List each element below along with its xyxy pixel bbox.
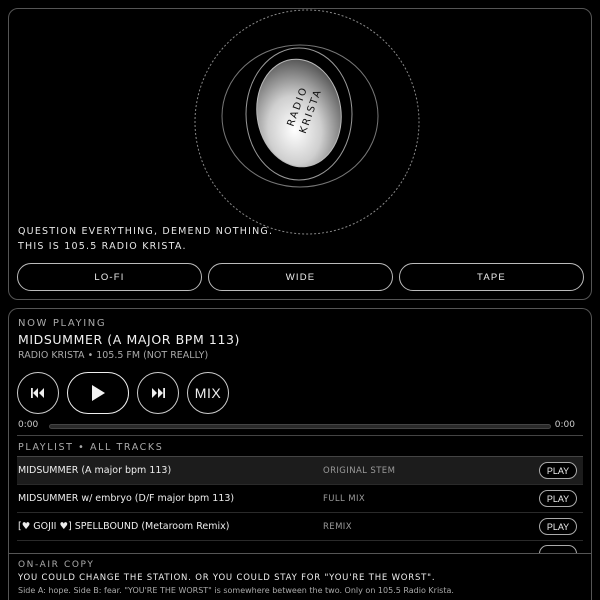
next-icon (152, 388, 165, 398)
station-tagline: QUESTION EVERYTHING, DEMEND NOTHING. THI… (18, 224, 273, 254)
track-row[interactable]: [♥ GOJII ♥] SPELLBOUND (Metaroom Remix) … (17, 513, 583, 540)
duration-time: 0:00 (554, 420, 575, 430)
track-tag: FULL MIX (323, 493, 366, 504)
on-air-headline: YOU COULD CHANGE THE STATION. OR YOU COU… (18, 573, 436, 583)
previous-button[interactable] (17, 372, 59, 414)
now-playing-title: MIDSUMMER (A MAJOR BPM 113) (18, 332, 241, 347)
now-playing-subtitle: RADIO KRISTA • 105.5 FM (NOT REALLY) (18, 350, 209, 361)
logo-graphic: RADIO KRISTA (194, 9, 420, 235)
next-button[interactable] (137, 372, 179, 414)
on-air-copy: ON-AIR COPY YOU COULD CHANGE THE STATION… (9, 553, 591, 600)
track-row[interactable]: MIDSUMMER w/ embryo (D/F major bpm 113) … (17, 485, 583, 512)
mix-button[interactable]: MIX (187, 372, 229, 414)
mode-tape-button[interactable]: TAPE (399, 263, 584, 291)
track-play-button[interactable]: PLAY (539, 518, 577, 535)
track-title: MIDSUMMER (A major bpm 113) (18, 465, 172, 476)
station-logo: RADIO KRISTA (9, 9, 591, 239)
tagline-line2: THIS IS 105.5 RADIO KRISTA. (18, 241, 187, 252)
on-air-body: Side A: hope. Side B: fear. "YOU'RE THE … (18, 586, 454, 595)
track-title: [♥ GOJII ♥] SPELLBOUND (Metaroom Remix) (18, 521, 230, 532)
tagline-line1: QUESTION EVERYTHING, DEMEND NOTHING. (18, 226, 274, 237)
mode-lofi-button[interactable]: LO-FI (17, 263, 202, 291)
track-title: MIDSUMMER w/ embryo (D/F major bpm 113) (18, 493, 235, 504)
progress-bar[interactable] (49, 424, 551, 429)
track-tag: ORIGINAL STEM (323, 465, 396, 476)
mode-wide-button[interactable]: WIDE (208, 263, 393, 291)
current-time: 0:00 (18, 420, 39, 430)
track-play-button[interactable]: PLAY (539, 490, 577, 507)
now-playing-label: NOW PLAYING (18, 318, 107, 329)
track-row[interactable]: MIDSUMMER (A major bpm 113) ORIGINAL STE… (17, 457, 583, 484)
play-icon (92, 385, 105, 401)
on-air-label: ON-AIR COPY (18, 560, 95, 570)
track-play-button[interactable]: PLAY (539, 462, 577, 479)
play-button[interactable] (67, 372, 129, 414)
station-panel: RADIO KRISTA QUESTION EVERYTHING, DEMEND… (8, 8, 592, 300)
player-panel: NOW PLAYING MIDSUMMER (A MAJOR BPM 113) … (8, 308, 592, 600)
previous-icon (31, 388, 44, 398)
divider (17, 435, 583, 436)
track-tag: REMIX (323, 521, 352, 532)
playlist-label: PLAYLIST • ALL TRACKS (18, 442, 164, 453)
